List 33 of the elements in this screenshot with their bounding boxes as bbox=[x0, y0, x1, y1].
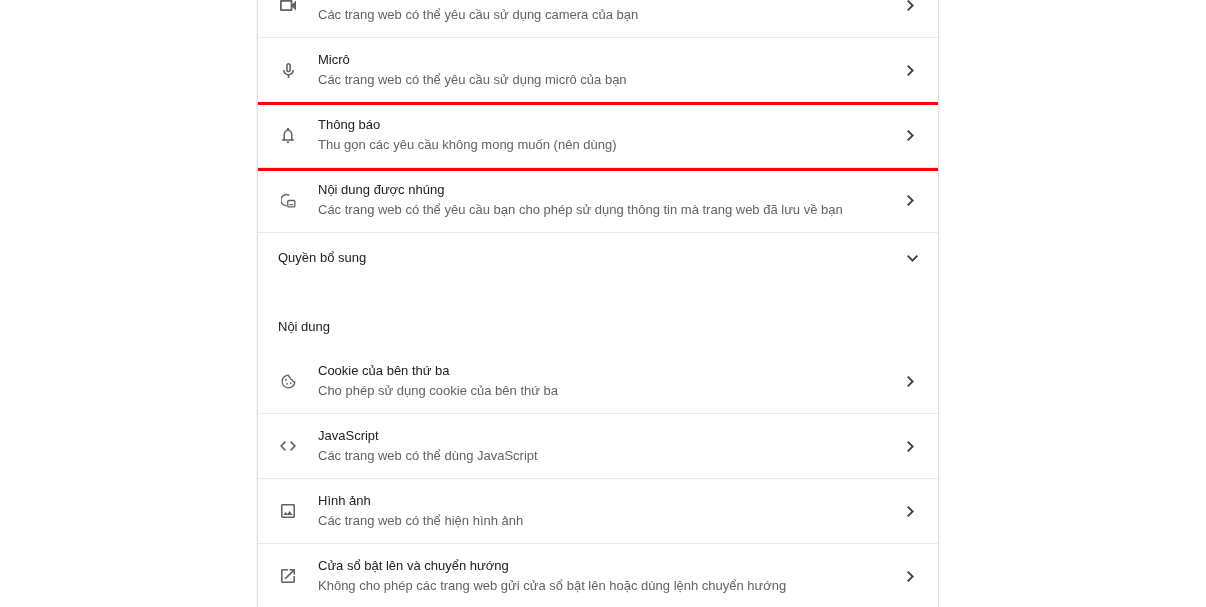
cookie-icon bbox=[280, 373, 296, 389]
row-title: Nội dung được nhúng bbox=[318, 181, 445, 199]
code-icon bbox=[280, 441, 296, 451]
row-description: Các trang web có thể dùng JavaScript bbox=[318, 447, 538, 465]
embedded-content-icon bbox=[280, 192, 296, 208]
chevron-right-icon[interactable] bbox=[906, 440, 914, 452]
image-icon bbox=[281, 504, 295, 518]
expand-button[interactable]: Quyền bổ sung bbox=[258, 233, 938, 283]
bell-icon bbox=[282, 127, 294, 143]
chevron-right-icon[interactable] bbox=[906, 194, 914, 206]
row-description: Thu gọn các yêu cầu không mong muốn (nên dùng) bbox=[318, 136, 617, 154]
row-title: Hình ảnh bbox=[318, 492, 371, 510]
chevron-right-icon[interactable] bbox=[906, 64, 914, 76]
row-title: Thông báo bbox=[318, 116, 381, 134]
chevron-right-icon[interactable] bbox=[906, 570, 914, 582]
row-description: Các trang web có thể yêu cầu bạn cho phép sử dụng thông tin mà trang web đã lưu về bạn bbox=[318, 201, 843, 219]
row-description: Các trang web có thể yêu cầu sử dụng camera của bạn bbox=[318, 6, 639, 24]
camera-icon bbox=[280, 0, 296, 11]
row-title: JavaScript bbox=[318, 427, 379, 445]
chevron-right-icon[interactable] bbox=[906, 375, 914, 387]
section-heading: Nội dung bbox=[278, 318, 331, 336]
microphone-icon bbox=[282, 62, 294, 78]
row-title: Cửa sổ bật lên và chuyển hướng bbox=[318, 557, 509, 575]
row-description: Cho phép sử dụng cookie của bên thứ ba bbox=[318, 382, 559, 400]
row-title: Cookie của bên thứ ba bbox=[318, 362, 450, 380]
row-description: Không cho phép các trang web gửi cửa sổ bật lên hoặc dùng lệnh chuyển hướng bbox=[318, 577, 787, 595]
row-description: Các trang web có thể hiện hình ảnh bbox=[318, 512, 524, 530]
chevron-right-icon[interactable] bbox=[906, 505, 914, 517]
row-description: Các trang web có thể yêu cầu sử dụng micrô của bạn bbox=[318, 71, 627, 89]
chevron-right-icon[interactable] bbox=[906, 129, 914, 141]
row-title: Micrô bbox=[318, 51, 350, 69]
chevron-right-icon[interactable] bbox=[906, 0, 914, 11]
external-link-icon bbox=[281, 569, 295, 583]
